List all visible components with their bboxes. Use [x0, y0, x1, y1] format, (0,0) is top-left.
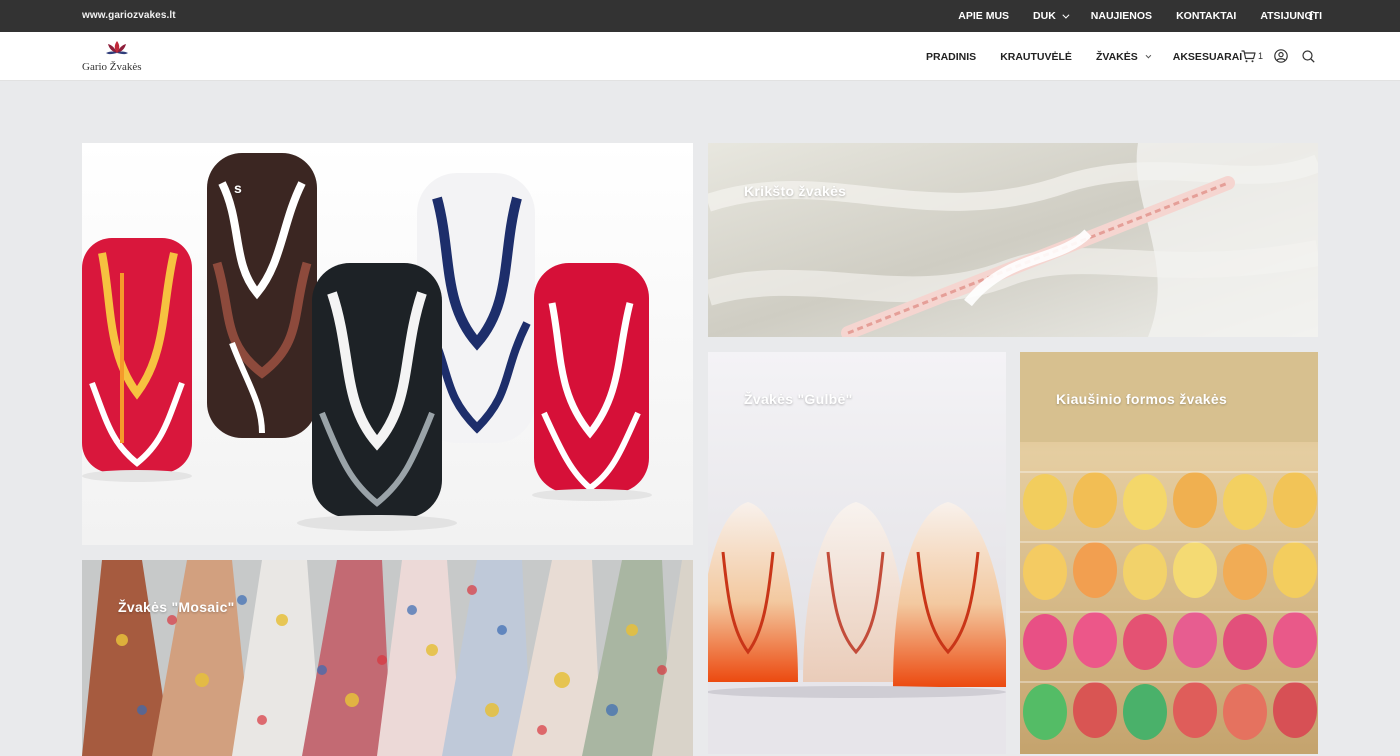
category-tile-egg[interactable]: Kiaušinio formos žvakės	[1020, 352, 1318, 754]
chevron-down-icon	[1145, 52, 1152, 58]
mosaic-candles-image	[82, 560, 693, 756]
top-nav-contacts-label: KONTAKTAI	[1176, 10, 1237, 22]
user-icon	[1274, 49, 1288, 63]
top-bar: www.gariozvakes.lt APIE MUS DUK NAUJIENO…	[0, 0, 1400, 32]
search-icon	[1302, 49, 1315, 63]
header-icons: 1	[1241, 49, 1315, 63]
logo-flower-icon	[106, 41, 128, 55]
logo-text: Gario Žvakės	[82, 61, 142, 73]
tile-mosaic-label: Žvakės "Mosaic"	[118, 599, 235, 615]
facebook-icon[interactable]: f	[1309, 8, 1321, 24]
top-nav-contacts[interactable]: KONTAKTAI	[1176, 10, 1236, 22]
egg-candles-image	[1020, 352, 1318, 754]
swan-candles-image	[708, 352, 1006, 754]
tile-carved-label: s	[234, 180, 243, 196]
logo[interactable]: Gario Žvakės	[82, 39, 152, 77]
chevron-down-icon	[1062, 11, 1070, 19]
category-tile-carved[interactable]: s	[82, 143, 693, 545]
christening-candle-image	[708, 143, 1318, 337]
top-nav-news[interactable]: NAUJIENOS	[1091, 10, 1152, 22]
account-button[interactable]	[1274, 49, 1288, 63]
top-nav-news-label: NAUJIENOS	[1090, 10, 1153, 22]
category-tile-christening[interactable]: Krikšto žvakės	[708, 143, 1318, 337]
nav-home-label: PRADINIS	[926, 50, 977, 63]
category-tile-mosaic[interactable]: Žvakės "Mosaic"	[82, 560, 693, 756]
top-nav-about-label: APIE MUS	[958, 10, 1010, 22]
carved-candles-image	[82, 143, 693, 545]
tile-swan-label: Žvakės "Gulbė"	[744, 391, 853, 407]
site-url[interactable]: www.gariozvakes.lt	[82, 10, 176, 21]
nav-home[interactable]: PRADINIS	[926, 51, 976, 63]
nav-shop[interactable]: KRAUTUVĖLĖ	[1000, 51, 1072, 63]
top-nav: APIE MUS DUK NAUJIENOS KONTAKTAI ATSIJUN…	[934, 0, 1322, 32]
tile-egg-label: Kiaušinio formos žvakės	[1056, 391, 1228, 407]
top-nav-faq-label: DUK	[1033, 10, 1056, 22]
nav-candles-label: ŽVAKĖS	[1095, 50, 1138, 63]
nav-candles[interactable]: ŽVAKĖS	[1095, 50, 1152, 63]
search-button[interactable]	[1302, 49, 1315, 63]
cart-button[interactable]: 1	[1241, 49, 1264, 63]
nav-accessories-label: AKSESUARAI	[1172, 50, 1243, 63]
main-nav: PRADINIS KRAUTUVĖLĖ ŽVAKĖS AKSESUARAI	[926, 32, 1266, 81]
nav-accessories[interactable]: AKSESUARAI	[1173, 51, 1242, 63]
cart-icon	[1241, 49, 1256, 62]
cart-count: 1	[1258, 51, 1264, 61]
main-header: Gario Žvakės PRADINIS KRAUTUVĖLĖ ŽVAKĖS …	[0, 32, 1400, 81]
tile-christening-label: Krikšto žvakės	[744, 183, 847, 199]
top-nav-faq[interactable]: DUK	[1033, 10, 1070, 22]
nav-shop-label: KRAUTUVĖLĖ	[1000, 50, 1072, 63]
top-nav-about[interactable]: APIE MUS	[958, 10, 1009, 22]
category-tile-swan[interactable]: Žvakės "Gulbė"	[708, 352, 1006, 754]
